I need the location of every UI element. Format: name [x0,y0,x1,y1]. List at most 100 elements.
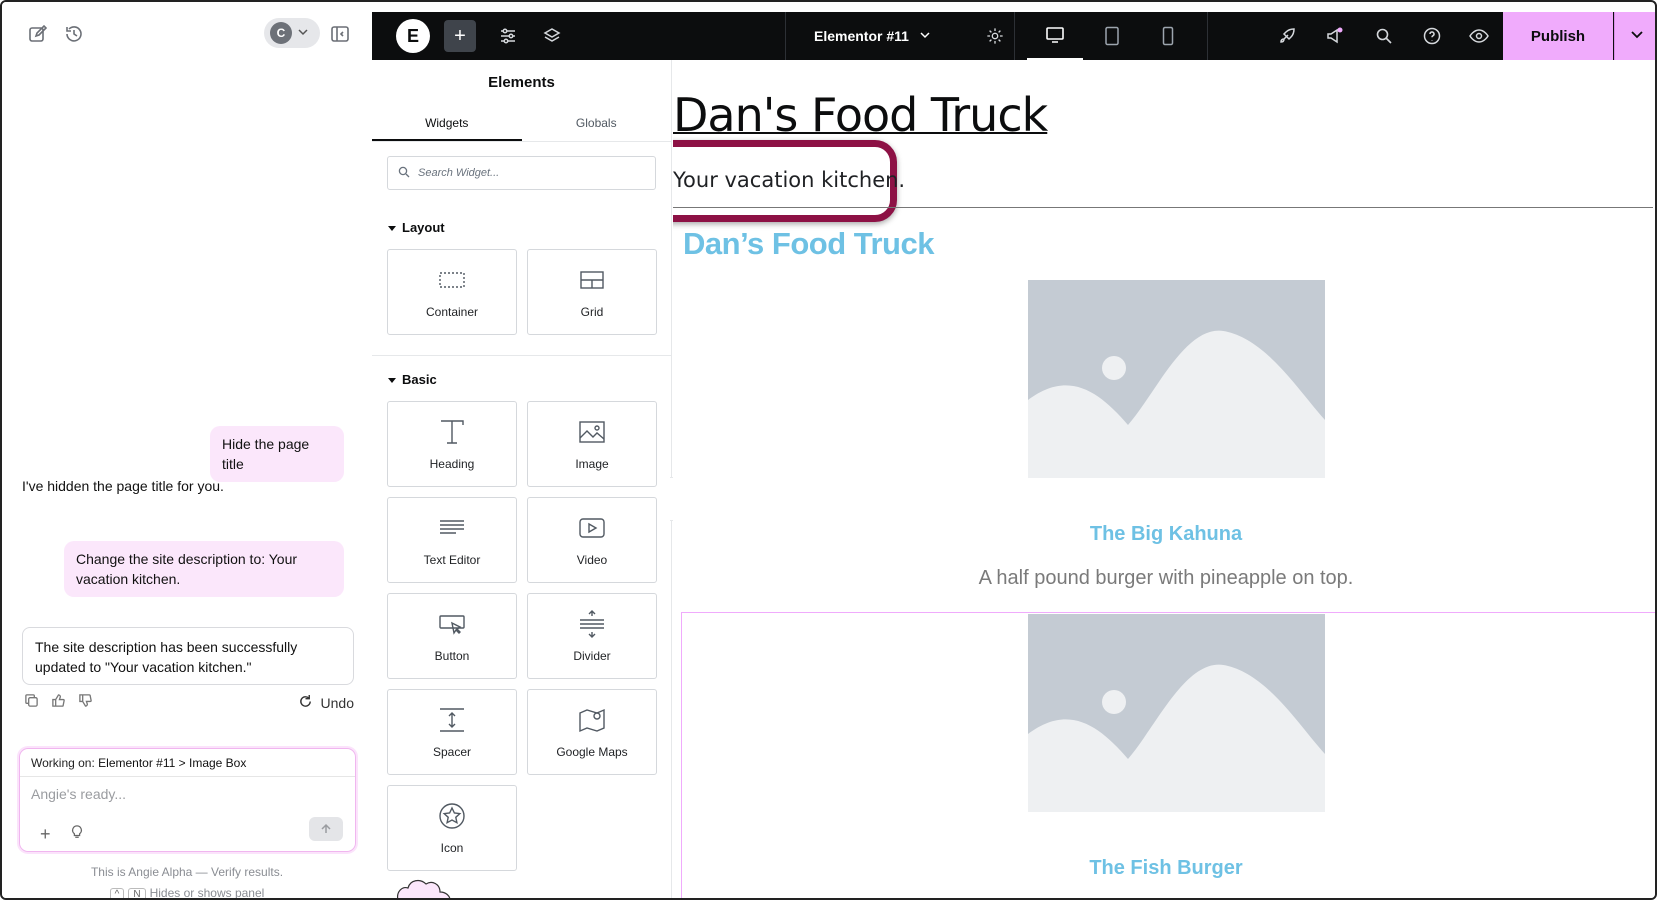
panel-tabs: Widgets Globals [372,106,671,142]
copy-icon[interactable] [24,693,39,713]
divider [1207,12,1208,60]
mobile-view-icon[interactable] [1140,12,1196,60]
widget-text-editor[interactable]: Text Editor [387,497,517,583]
widget-image[interactable]: Image [527,401,657,487]
chevron-down-icon [298,24,308,42]
undo-label: Undo [320,695,354,711]
history-icon[interactable] [62,22,86,46]
message-actions: Undo [24,692,354,714]
widget-search-input[interactable]: Search Widget... [387,156,656,190]
widget-button[interactable]: Button [387,593,517,679]
widget-grid[interactable]: Grid [527,249,657,335]
caret-down-icon [388,372,396,387]
working-on-label: Working on: [31,756,95,770]
search-placeholder: Search Widget... [418,167,500,179]
tab-globals[interactable]: Globals [522,106,672,141]
basic-widgets: Heading Image Text Editor Video Button D… [372,387,671,871]
thumbs-down-icon[interactable] [78,693,93,713]
send-button[interactable] [309,817,343,841]
announcements-icon[interactable] [1315,12,1355,60]
chat-input[interactable]: Angie's ready... [31,786,126,802]
lightbulb-icon[interactable] [70,825,84,844]
layout-widgets: Container Grid [372,235,671,335]
widget-icon[interactable]: Icon [387,785,517,871]
add-attachment-icon[interactable]: + [40,824,51,845]
google-maps-icon [579,708,605,733]
category-basic[interactable]: Basic [388,372,671,387]
image-placeholder[interactable] [1028,614,1325,812]
desktop-view-icon[interactable] [1027,12,1083,60]
divider [785,12,786,60]
widget-label: Text Editor [423,553,481,567]
spacer-icon [440,708,464,732]
publish-button[interactable]: Publish [1503,12,1613,60]
widget-label: Google Maps [556,745,628,759]
widget-container[interactable]: Container [387,249,517,335]
image-placeholder-icon [1028,280,1325,478]
text-editor-icon [440,520,464,534]
chevron-down-icon [919,28,931,44]
tab-widgets[interactable]: Widgets [372,106,522,141]
panel-title: Elements [488,74,555,91]
search-icon [398,166,410,181]
help-icon[interactable] [1412,12,1452,60]
widget-divider[interactable]: Divider [527,593,657,679]
preview-eye-icon[interactable] [1459,12,1499,60]
image-icon [579,421,605,443]
working-on-context: Working on: Elementor #11 > Image Box [20,749,355,777]
user-message: Hide the page title [210,426,344,482]
widget-label: Icon [440,841,464,855]
shortcut-key: N [128,888,146,898]
widget-label: Spacer [432,745,472,759]
widget-heading[interactable]: Heading [387,401,517,487]
account-menu[interactable]: C [264,18,320,48]
thumbs-up-icon[interactable] [51,693,66,713]
widget-label: Container [425,305,479,319]
new-chat-icon[interactable] [26,22,50,46]
brand-heading[interactable]: Dan’s Food Truck [683,226,934,262]
publish-options-button[interactable] [1614,12,1655,60]
image-box-text[interactable]: A half pound burger with pineapple on to… [673,567,1655,590]
search-icon[interactable] [1364,12,1404,60]
document-title-dropdown[interactable]: Elementor #11 [814,12,931,60]
divider [1014,12,1015,60]
editor-topbar: E + Elementor #11 Publish [372,12,1655,60]
heading-icon [441,420,464,444]
category-label: Layout [402,220,445,235]
alpha-notice: This is Angie Alpha — Verify results. [90,865,284,879]
grid-icon [580,271,604,289]
image-box-title[interactable]: The Big Kahuna [673,523,1655,546]
structure-layers-icon[interactable] [532,12,572,60]
page-settings-icon[interactable] [975,12,1015,60]
chat-composer: Working on: Elementor #11 > Image Box An… [19,748,356,852]
undo-button[interactable]: Undo [298,694,354,712]
site-description[interactable]: Your vacation kitchen. [673,168,905,192]
shortcut-hint-text: Hides or shows panel [149,886,265,900]
widget-spacer[interactable]: Spacer [387,689,517,775]
widget-google-maps[interactable]: Google Maps [527,689,657,775]
category-label: Basic [402,372,437,387]
widget-video[interactable]: Video [527,497,657,583]
elementor-logo[interactable]: E [396,19,430,53]
header-divider [673,207,1653,208]
image-placeholder-icon [1028,614,1325,812]
widget-label: Image [575,457,609,471]
image-placeholder[interactable] [1028,280,1325,478]
add-element-button[interactable]: + [444,20,476,52]
shortcut-key: ^ [109,888,125,898]
app-window: C Hide the page title I've hidden the pa… [0,0,1657,900]
image-box-title[interactable]: The Fish Burger [673,857,1655,880]
elements-panel: Elements Widgets Globals Search Widget..… [372,60,672,898]
video-icon [579,518,605,538]
widget-label: Divider [573,649,611,663]
widget-label: Video [576,553,608,567]
user-message: Change the site description to: Your vac… [64,541,344,597]
tablet-view-icon[interactable] [1084,12,1140,60]
category-layout[interactable]: Layout [388,220,671,235]
page-canvas: Dan's Food Truck Your vacation kitchen. … [673,60,1655,898]
collapse-panel-icon[interactable] [328,22,352,46]
site-settings-icon[interactable] [488,12,528,60]
rocket-icon[interactable] [1267,12,1307,60]
working-on-value: Elementor #11 > Image Box [98,756,247,770]
site-title[interactable]: Dan's Food Truck [673,88,1048,142]
